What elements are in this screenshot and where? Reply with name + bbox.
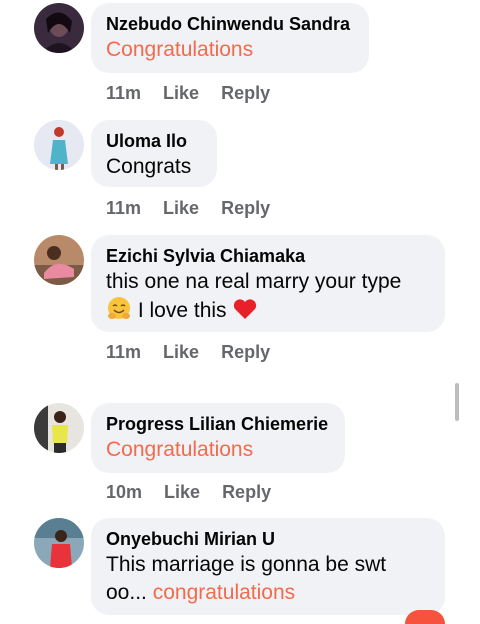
comment-text: this one na real marry your type [106,270,402,293]
avatar[interactable] [34,235,84,285]
reply-button[interactable]: Reply [221,341,270,363]
avatar[interactable] [34,403,84,453]
comment-bubble: Nzebudo Chinwendu Sandra Congratulations [91,3,369,73]
comment-bubble: Uloma Ilo Congrats [91,120,217,187]
comment-author[interactable]: Uloma Ilo [106,129,202,153]
comment-actions: 10m Like Reply [106,481,271,503]
comment-text: This marriage is gonna be swt [106,553,387,576]
comment-actions: 11m Like Reply [106,197,270,219]
comment-bubble: Progress Lilian Chiemerie Congratulation… [91,403,345,473]
hugging-face-emoji-icon [106,296,132,322]
comment-text: Congrats [106,155,192,178]
avatar[interactable] [34,3,84,53]
comment-time: 10m [106,482,143,502]
comment-text-line2: oo... congratulations [106,579,430,607]
like-button[interactable]: Like [163,197,199,219]
reaction-badge [405,610,445,624]
comment-text-highlight: congratulations [152,581,296,604]
reply-button[interactable]: Reply [221,197,270,219]
red-heart-emoji-icon [232,296,258,322]
comment-bubble: Onyebuchi Mirian U This marriage is gonn… [91,518,445,615]
avatar[interactable] [34,120,84,170]
comment-time: 11m [106,198,142,218]
like-button[interactable]: Like [164,481,200,503]
comment-time: 11m [106,342,142,362]
comment-text-prefix: oo... [106,581,147,604]
comment-author[interactable]: Onyebuchi Mirian U [106,527,430,551]
comment-text-love: I love this [137,299,227,322]
comment-author[interactable]: Progress Lilian Chiemerie [106,412,330,436]
comment-author[interactable]: Ezichi Sylvia Chiamaka [106,244,430,268]
reply-button[interactable]: Reply [221,82,270,104]
scrollbar[interactable] [455,383,459,421]
comment-actions: 11m Like Reply [106,82,270,104]
comment-bubble: Ezichi Sylvia Chiamaka this one na real … [91,235,445,332]
like-button[interactable]: Like [163,82,199,104]
comment-text: Congratulations [106,438,254,461]
comment-time: 11m [106,83,142,103]
comment-author[interactable]: Nzebudo Chinwendu Sandra [106,12,354,36]
reply-button[interactable]: Reply [222,481,271,503]
comment-text-line2: I love this [106,296,430,325]
like-button[interactable]: Like [163,341,199,363]
comment-actions: 11m Like Reply [106,341,270,363]
comment-text: Congratulations [106,38,254,61]
avatar[interactable] [34,518,84,568]
